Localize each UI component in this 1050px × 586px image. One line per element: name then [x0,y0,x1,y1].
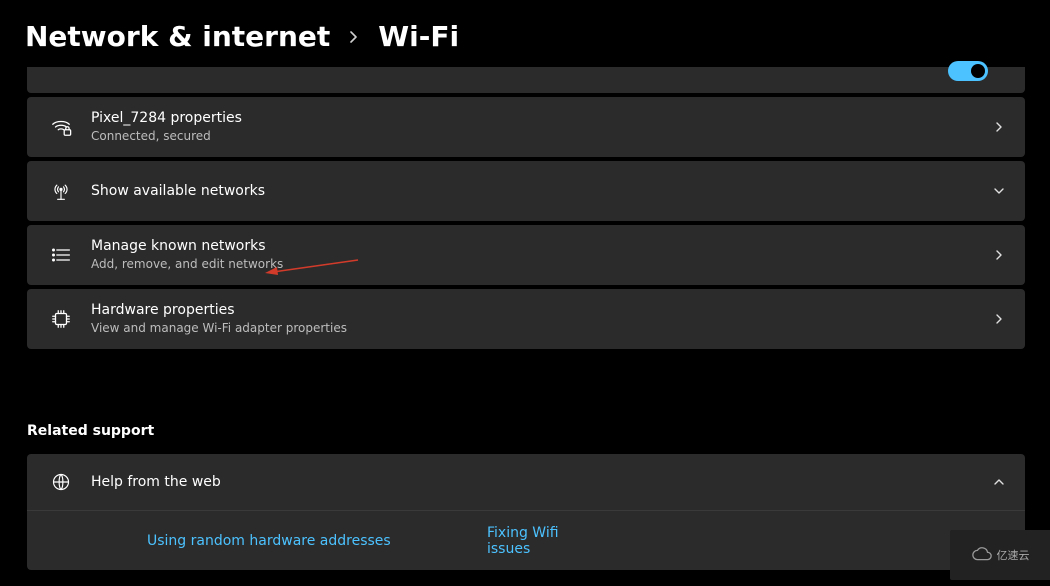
chip-icon [47,308,75,330]
wifi-properties-sub: Connected, secured [91,129,993,145]
chevron-down-icon [993,185,1005,197]
manage-known-networks-title: Manage known networks [91,237,993,255]
breadcrumb: Network & internet Wi-Fi [0,0,1050,53]
help-links-row: Using random hardware addresses Fixing W… [27,510,1025,570]
chevron-right-icon [993,249,1005,261]
link-fixing-wifi-issues[interactable]: Fixing Wifi issues [487,525,565,557]
related-support-heading: Related support [0,395,154,451]
link-random-hardware-addresses[interactable]: Using random hardware addresses [147,533,391,549]
globe-icon [47,472,75,492]
manage-known-networks-row[interactable]: Manage known networks Add, remove, and e… [27,225,1025,285]
wifi-properties-title: Pixel_7284 properties [91,109,993,127]
breadcrumb-parent[interactable]: Network & internet [25,20,330,53]
antenna-icon [47,180,75,202]
help-from-web-row[interactable]: Help from the web [27,454,1025,510]
hardware-properties-row[interactable]: Hardware properties View and manage Wi-F… [27,289,1025,349]
breadcrumb-current: Wi-Fi [378,20,459,53]
hardware-properties-title: Hardware properties [91,301,993,319]
watermark-text: 亿速云 [997,547,1030,563]
chevron-right-icon [993,313,1005,325]
wifi-toggle-row[interactable] [27,67,1025,93]
watermark: 亿速云 [950,530,1050,580]
chevron-right-icon [993,121,1005,133]
chevron-right-icon [348,31,360,43]
help-from-web-title: Help from the web [91,473,993,491]
manage-known-networks-sub: Add, remove, and edit networks [91,257,993,273]
list-icon [47,246,75,264]
chevron-up-icon [993,476,1005,488]
show-available-networks-title: Show available networks [91,182,993,200]
wifi-secured-icon [47,116,75,138]
hardware-properties-sub: View and manage Wi-Fi adapter properties [91,321,993,337]
wifi-toggle-icon[interactable] [948,61,988,81]
wifi-properties-row[interactable]: Pixel_7284 properties Connected, secured [27,97,1025,157]
show-available-networks-row[interactable]: Show available networks [27,161,1025,221]
